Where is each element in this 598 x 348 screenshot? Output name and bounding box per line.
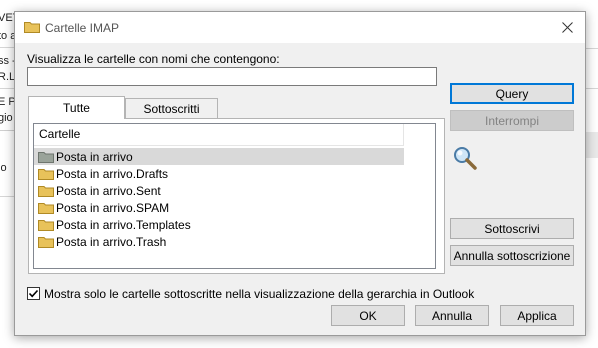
tab-all[interactable]: Tutte bbox=[28, 96, 125, 119]
subscribed-only-checkbox[interactable] bbox=[27, 287, 40, 300]
folder-icon bbox=[38, 202, 54, 214]
folder-icon bbox=[38, 185, 54, 197]
filter-input[interactable] bbox=[27, 67, 437, 86]
background-divider bbox=[0, 88, 14, 89]
background-text: io bbox=[0, 162, 7, 174]
folder-icon bbox=[38, 236, 54, 248]
list-item[interactable]: Posta in arrivo.Trash bbox=[34, 233, 404, 250]
magnifier-icon bbox=[452, 145, 478, 171]
background-divider bbox=[0, 130, 14, 131]
folder-icon bbox=[38, 219, 54, 231]
folder-name: Posta in arrivo.SPAM bbox=[56, 201, 170, 215]
background-divider bbox=[0, 47, 14, 48]
checkmark-icon bbox=[28, 289, 39, 298]
folder-icon bbox=[24, 21, 40, 33]
list-item[interactable]: Posta in arrivo bbox=[34, 148, 404, 165]
apply-button[interactable]: Applica bbox=[500, 305, 574, 326]
folder-name: Posta in arrivo.Templates bbox=[56, 218, 191, 232]
filter-label: Visualizza le cartelle con nomi che cont… bbox=[27, 52, 280, 66]
unsubscribe-button[interactable]: Annulla sottoscrizione bbox=[450, 245, 574, 266]
list-item[interactable]: Posta in arrivo.SPAM bbox=[34, 199, 404, 216]
folder-name: Posta in arrivo.Drafts bbox=[56, 167, 169, 181]
background-selected-row bbox=[586, 132, 598, 158]
folder-icon bbox=[38, 151, 54, 163]
tab-subscribed[interactable]: Sottoscritti bbox=[125, 98, 218, 118]
folder-icon bbox=[38, 168, 54, 180]
subscribe-button[interactable]: Sottoscrivi bbox=[450, 218, 574, 239]
title-bar[interactable]: Cartelle IMAP bbox=[15, 12, 585, 43]
background-divider bbox=[0, 196, 14, 197]
ok-button[interactable]: OK bbox=[331, 305, 405, 326]
cancel-button[interactable]: Annulla bbox=[415, 305, 489, 326]
query-button[interactable]: Query bbox=[450, 83, 574, 104]
dialog-title: Cartelle IMAP bbox=[45, 21, 120, 35]
list-item[interactable]: Posta in arrivo.Templates bbox=[34, 216, 404, 233]
list-item[interactable]: Posta in arrivo.Drafts bbox=[34, 165, 404, 182]
folder-name: Posta in arrivo.Sent bbox=[56, 184, 161, 198]
background-text: gio bbox=[0, 112, 13, 124]
folder-list[interactable]: Cartelle Posta in arrivo Posta in arrivo… bbox=[33, 123, 436, 269]
folder-name: Posta in arrivo bbox=[56, 150, 133, 164]
close-icon bbox=[561, 22, 573, 33]
close-button[interactable] bbox=[549, 12, 585, 43]
subscribed-only-label: Mostra solo le cartelle sottoscritte nel… bbox=[44, 287, 475, 301]
background-divider bbox=[586, 88, 598, 89]
tab-panel: Cartelle Posta in arrivo Posta in arrivo… bbox=[28, 118, 445, 274]
background-text: R.L bbox=[0, 71, 16, 83]
folder-name: Posta in arrivo.Trash bbox=[56, 235, 167, 249]
imap-folders-dialog: Cartelle IMAP Visualizza le cartelle con… bbox=[14, 11, 586, 336]
list-item[interactable]: Posta in arrivo.Sent bbox=[34, 182, 404, 199]
background-divider bbox=[586, 48, 598, 49]
stop-button[interactable]: Interrompi bbox=[450, 110, 574, 131]
list-header-folders[interactable]: Cartelle bbox=[34, 124, 404, 146]
